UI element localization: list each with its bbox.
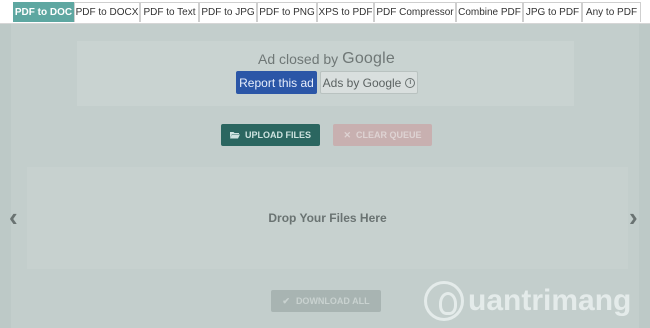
download-all-label: DOWNLOAD ALL: [295, 296, 370, 306]
report-ad-button[interactable]: Report this ad: [236, 71, 317, 94]
clear-queue-button[interactable]: ✕ CLEAR QUEUE: [333, 124, 432, 146]
watermark-text: uantrimang: [468, 284, 632, 317]
tab-pdf-to-png[interactable]: PDF to PNG: [257, 2, 317, 22]
folder-open-icon: [229, 132, 240, 139]
tool-tabs: PDF to DOC PDF to DOCX PDF to Text PDF t…: [0, 0, 650, 24]
quantrimang-watermark: uantrimang: [424, 278, 631, 324]
upload-files-button[interactable]: UPLOAD FILES: [221, 124, 320, 146]
chevron-right-icon[interactable]: ›: [629, 203, 638, 231]
tab-combine-pdf[interactable]: Combine PDF: [456, 2, 523, 22]
upload-files-label: UPLOAD FILES: [244, 130, 311, 140]
close-icon: ✕: [343, 129, 352, 140]
google-logo: Google: [342, 50, 395, 67]
drop-zone-label: Drop Your Files Here: [268, 211, 387, 225]
tab-pdf-to-docx[interactable]: PDF to DOCX: [74, 2, 140, 22]
tab-pdf-to-jpg[interactable]: PDF to JPG: [199, 2, 257, 22]
ads-by-google-button[interactable]: Ads by Google i: [320, 71, 418, 94]
tab-pdf-to-doc[interactable]: PDF to DOC: [13, 2, 74, 22]
watermark-logo-icon: [424, 281, 464, 321]
tab-jpg-to-pdf[interactable]: JPG to PDF: [523, 2, 582, 22]
tab-pdf-compressor[interactable]: PDF Compressor: [374, 2, 456, 22]
tab-any-to-pdf[interactable]: Any to PDF: [582, 2, 641, 22]
clear-queue-label: CLEAR QUEUE: [356, 130, 422, 140]
tab-xps-to-pdf[interactable]: XPS to PDF: [317, 2, 374, 22]
ad-closed-notice: Ad closed by Google: [258, 50, 398, 68]
info-icon: i: [405, 77, 416, 88]
tab-pdf-to-text[interactable]: PDF to Text: [140, 2, 199, 22]
chevron-left-icon[interactable]: ‹: [9, 203, 18, 231]
check-icon: ✔: [282, 295, 290, 306]
ads-by-google-label: Ads by Google: [322, 75, 402, 90]
file-drop-zone[interactable]: Drop Your Files Here: [27, 167, 628, 269]
ad-closed-label: Ad closed by: [258, 51, 339, 67]
download-all-button[interactable]: ✔ DOWNLOAD ALL: [271, 290, 381, 312]
